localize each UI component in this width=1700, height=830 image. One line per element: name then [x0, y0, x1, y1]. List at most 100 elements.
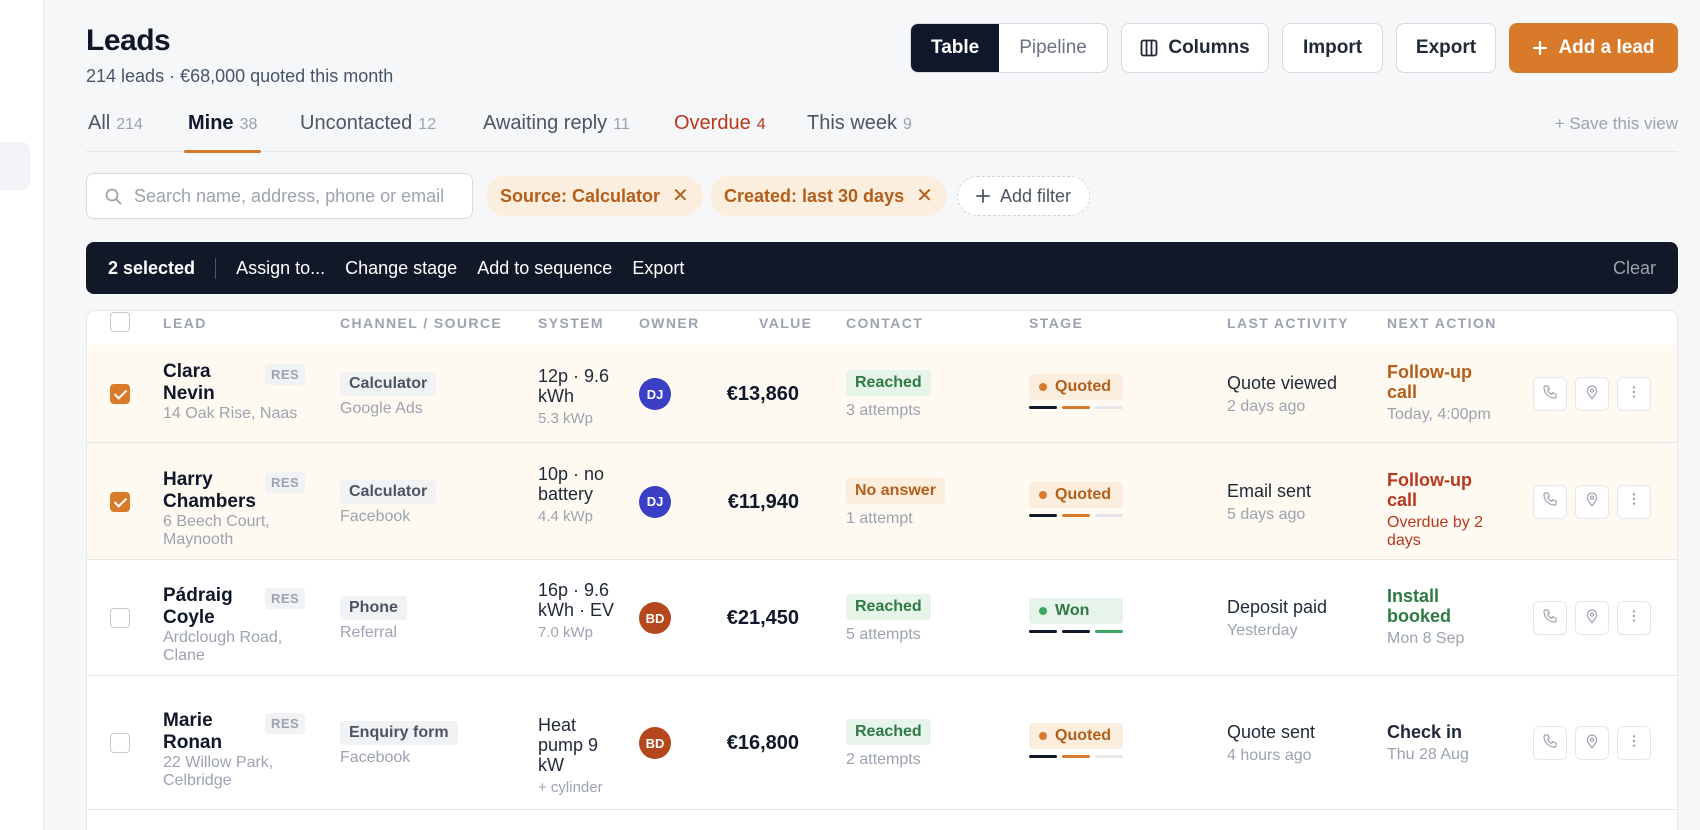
stage-cell[interactable]: Quoted: [1029, 481, 1123, 517]
avatar[interactable]: DJ: [639, 378, 671, 410]
column-header-next-action[interactable]: NEXT ACTION: [1387, 315, 1497, 331]
assign-to-button[interactable]: Assign to...: [236, 258, 325, 279]
channel-badge: Phone: [340, 596, 407, 620]
last-activity-time: Yesterday: [1227, 622, 1298, 639]
tab-count: 4: [756, 116, 766, 133]
next-action[interactable]: Install booked: [1387, 586, 1497, 626]
search-input[interactable]: [134, 185, 454, 207]
more-vertical-icon: [1626, 733, 1642, 754]
sidebar-active-item[interactable]: [0, 142, 30, 190]
lead-value: €11,940: [727, 490, 799, 513]
tab-all[interactable]: All 214: [88, 112, 143, 152]
more-vertical-icon: [1626, 491, 1642, 512]
lead-source: Referral: [340, 624, 397, 641]
call-button[interactable]: [1533, 601, 1567, 635]
row-menu-button[interactable]: [1617, 377, 1651, 411]
close-icon[interactable]: ✕: [672, 186, 689, 206]
avatar[interactable]: BD: [639, 727, 671, 759]
next-action[interactable]: Follow-up call: [1387, 362, 1497, 402]
tab-awaiting-reply[interactable]: Awaiting reply 11: [483, 112, 630, 152]
tab-this-week[interactable]: This week 9: [807, 112, 912, 152]
lead-name[interactable]: Marie Ronan: [163, 710, 258, 754]
contact-status-badge: Reached: [846, 719, 931, 745]
stage-progress-segment: [1062, 513, 1090, 517]
row-checkbox[interactable]: [110, 384, 130, 404]
contact-status-badge: Reached: [846, 594, 931, 620]
stage-progress: [1029, 630, 1123, 633]
tab-label: All: [88, 112, 111, 134]
stage-label: Quoted: [1055, 378, 1111, 395]
add-lead-button[interactable]: Add a lead: [1509, 23, 1678, 73]
table-row[interactable]: Harry Chambers 6 Beech Court, Maynooth R…: [87, 443, 1677, 560]
table-row[interactable]: Clara Nevin 14 Oak Rise, Naas RES Calcul…: [87, 345, 1677, 443]
stage-progress-segment: [1062, 755, 1090, 758]
lead-name[interactable]: Pádraig Coyle: [163, 585, 258, 629]
column-header-value[interactable]: VALUE: [759, 315, 812, 331]
last-activity: Email sent: [1227, 480, 1312, 501]
lead-name[interactable]: Harry Chambers: [163, 469, 258, 513]
row-checkbox[interactable]: [110, 608, 130, 628]
column-header-channel[interactable]: CHANNEL / SOURCE: [340, 315, 502, 331]
add-to-sequence-button[interactable]: Add to sequence: [477, 258, 612, 279]
clear-selection-button[interactable]: Clear: [1613, 258, 1656, 279]
columns-label: Columns: [1168, 37, 1250, 58]
stage-progress-segment: [1029, 630, 1057, 633]
close-icon[interactable]: ✕: [916, 186, 933, 206]
filter-chip-created[interactable]: Created: last 30 days ✕: [710, 176, 947, 216]
stage-progress-segment: [1095, 406, 1123, 409]
column-header-owner[interactable]: OWNER: [639, 315, 700, 331]
select-all-checkbox[interactable]: [110, 312, 130, 332]
export-button[interactable]: Export: [1396, 23, 1496, 73]
column-header-system[interactable]: SYSTEM: [538, 315, 604, 331]
system-spec: 12p · 9.6 kWh: [538, 366, 610, 406]
table-row[interactable]: Marie Ronan 22 Willow Park, Celbridge RE…: [87, 676, 1677, 810]
columns-button[interactable]: Columns: [1121, 23, 1269, 73]
stage-progress-segment: [1029, 406, 1057, 409]
map-button[interactable]: [1575, 726, 1609, 760]
avatar[interactable]: BD: [639, 602, 671, 634]
map-button[interactable]: [1575, 484, 1609, 519]
phone-icon: [1542, 608, 1558, 629]
row-menu-button[interactable]: [1617, 726, 1651, 760]
lead-name[interactable]: Clara Nevin: [163, 361, 258, 405]
row-menu-button[interactable]: [1617, 601, 1651, 635]
view-table-button[interactable]: Table: [911, 24, 1000, 72]
tab-mine[interactable]: Mine 38: [183, 112, 262, 153]
bulk-export-button[interactable]: Export: [632, 258, 684, 279]
import-button[interactable]: Import: [1282, 23, 1383, 73]
tab-count: 38: [239, 116, 258, 133]
row-checkbox[interactable]: [110, 491, 130, 512]
system-spec: 16p · 9.6 kWh · EV: [538, 580, 615, 620]
next-action[interactable]: Check in: [1387, 722, 1497, 742]
call-button[interactable]: [1533, 377, 1567, 411]
change-stage-button[interactable]: Change stage: [345, 258, 457, 279]
column-header-last-activity[interactable]: LAST ACTIVITY: [1227, 315, 1349, 331]
row-checkbox[interactable]: [110, 733, 130, 753]
tab-overdue[interactable]: Overdue 4: [674, 112, 766, 152]
save-view-link[interactable]: + Save this view: [1555, 114, 1678, 134]
stage-cell[interactable]: Quoted: [1029, 374, 1123, 409]
column-header-stage[interactable]: STAGE: [1029, 315, 1083, 331]
table-row[interactable]: Pádraig Coyle Ardclough Road, Clane RES …: [87, 560, 1677, 676]
column-header-contact[interactable]: CONTACT: [846, 315, 923, 331]
call-button[interactable]: [1533, 484, 1567, 519]
next-action[interactable]: Follow-up call: [1387, 470, 1497, 510]
leads-table: LEAD CHANNEL / SOURCE SYSTEM OWNER VALUE…: [86, 310, 1678, 830]
add-filter-button[interactable]: Add filter: [957, 176, 1091, 216]
map-button[interactable]: [1575, 377, 1609, 411]
call-button[interactable]: [1533, 726, 1567, 760]
stage-cell[interactable]: Quoted: [1029, 723, 1123, 758]
filter-chip-source[interactable]: Source: Calculator ✕: [486, 176, 703, 216]
column-header-lead[interactable]: LEAD: [163, 315, 207, 331]
row-menu-button[interactable]: [1617, 484, 1651, 519]
view-pipeline-button[interactable]: Pipeline: [999, 24, 1107, 72]
avatar[interactable]: DJ: [639, 485, 671, 518]
tab-uncontacted[interactable]: Uncontacted 12: [300, 112, 436, 152]
stage-progress: [1029, 406, 1123, 409]
map-button[interactable]: [1575, 601, 1609, 635]
lead-type-badge: RES: [265, 713, 306, 734]
stage-cell[interactable]: Won: [1029, 598, 1123, 633]
tab-count: 9: [903, 116, 912, 133]
stage-progress: [1029, 513, 1123, 517]
system-size: + cylinder: [538, 779, 603, 796]
